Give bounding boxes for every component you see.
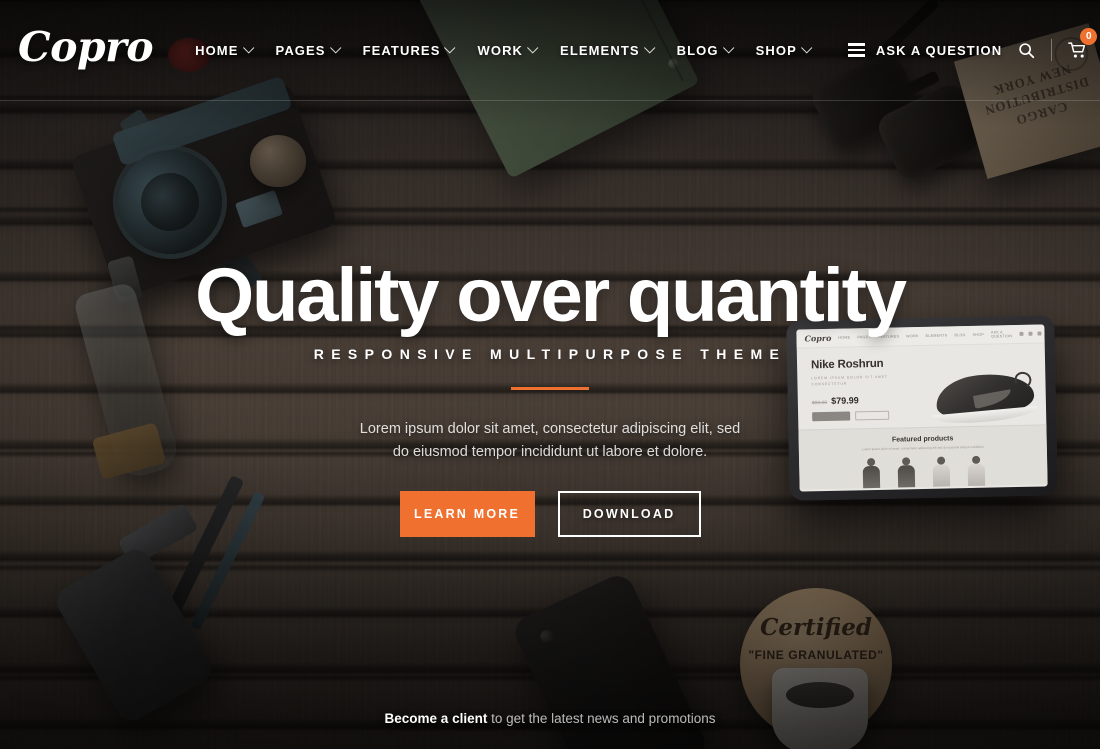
nav-item-blog[interactable]: BLOG bbox=[665, 42, 744, 58]
tablet-nav-item: SHOP bbox=[972, 332, 985, 337]
chevron-down-icon bbox=[329, 42, 341, 54]
nav-label: WORK bbox=[477, 42, 524, 58]
chevron-down-icon bbox=[242, 42, 254, 54]
tablet-featured-section: Featured products Lorem ipsum dolor sit … bbox=[798, 424, 1048, 490]
tablet-screen: Copro HOME PAGES FEATURES WORK ELEMENTS … bbox=[796, 324, 1048, 492]
chevron-down-icon bbox=[444, 42, 456, 54]
featured-model bbox=[965, 455, 988, 486]
tablet-view-more-button bbox=[855, 410, 890, 421]
tablet-nav-item: FEATURES bbox=[877, 334, 900, 339]
tablet-featured-items bbox=[799, 454, 1048, 489]
site-logo[interactable]: Copro bbox=[18, 26, 154, 74]
site-header: Copro HOME PAGES FEATURES WORK ELEMENTS bbox=[0, 0, 1100, 101]
hamburger-icon bbox=[847, 43, 865, 57]
sneaker-product-image bbox=[929, 369, 1040, 428]
chevron-down-icon bbox=[800, 42, 813, 54]
nav-label: HOME bbox=[195, 42, 239, 58]
tablet-current-price: $79.99 bbox=[831, 395, 859, 406]
tablet-nav-item: ELEMENTS bbox=[925, 333, 948, 338]
featured-model bbox=[860, 457, 883, 488]
tablet-nav-item: PAGES bbox=[857, 335, 872, 340]
tablet-nav-item: WORK bbox=[906, 334, 919, 339]
hero-button-row: LEARN MORE DOWNLOAD bbox=[399, 490, 701, 537]
header-actions: 0 bbox=[1002, 28, 1100, 63]
nav-item-shop[interactable]: SHOP bbox=[744, 42, 822, 58]
chevron-down-icon bbox=[722, 42, 734, 54]
cart-button[interactable]: 0 bbox=[1052, 28, 1100, 63]
learn-more-button[interactable]: LEARN MORE bbox=[399, 490, 535, 537]
nav-label: ELEMENTS bbox=[560, 42, 640, 58]
ask-a-question-label: ASK A QUESTION bbox=[875, 42, 1003, 58]
tablet-product-hero: Nike Roshrun LOREM IPSUM DOLOR SIT AMET … bbox=[797, 343, 1047, 429]
nav-item-work[interactable]: WORK bbox=[465, 42, 548, 58]
search-icon bbox=[1019, 42, 1035, 58]
featured-model bbox=[895, 456, 918, 488]
tablet-price-row: $99.99 $79.99 bbox=[812, 394, 915, 406]
search-button[interactable] bbox=[1002, 37, 1051, 63]
nav-label: PAGES bbox=[275, 42, 326, 58]
cart-count-badge: 0 bbox=[1080, 28, 1098, 45]
tablet-ask-link: ASK A QUESTION bbox=[990, 330, 1013, 339]
tablet-logo: Copro bbox=[804, 332, 832, 344]
featured-model bbox=[930, 456, 953, 487]
tablet-nav-item: HOME bbox=[838, 335, 851, 340]
chevron-down-icon bbox=[527, 42, 539, 54]
nav-item-features[interactable]: FEATURES bbox=[351, 42, 466, 58]
nav-label: FEATURES bbox=[362, 42, 441, 58]
nav-item-elements[interactable]: ELEMENTS bbox=[548, 42, 665, 58]
nav-label: SHOP bbox=[755, 42, 797, 58]
tablet-product-title: Nike Roshrun bbox=[810, 357, 884, 372]
download-button[interactable]: DOWNLOAD bbox=[557, 490, 701, 537]
chevron-down-icon bbox=[643, 42, 656, 54]
tablet-featured-subtitle: Lorem ipsum dolor sit amet, consectetur … bbox=[862, 444, 984, 452]
tablet-old-price: $99.99 bbox=[811, 399, 828, 407]
tablet-nav-item: BLOG bbox=[954, 333, 966, 338]
main-navigation: HOME PAGES FEATURES WORK ELEMENTS BLOG S… bbox=[183, 42, 822, 58]
ask-a-question-button[interactable]: ASK A QUESTION bbox=[847, 42, 1003, 58]
tablet-product-buttons bbox=[812, 410, 915, 422]
tablet-mockup: Copro HOME PAGES FEATURES WORK ELEMENTS … bbox=[786, 315, 1058, 501]
nav-label: BLOG bbox=[676, 42, 719, 58]
tablet-nav-icons bbox=[1019, 331, 1042, 336]
nav-item-pages[interactable]: PAGES bbox=[264, 42, 351, 58]
tablet-add-to-cart-button bbox=[812, 411, 851, 422]
nav-item-home[interactable]: HOME bbox=[183, 42, 263, 58]
tablet-product-info: Nike Roshrun LOREM IPSUM DOLOR SIT AMET … bbox=[810, 357, 915, 422]
tablet-product-subtitle: LOREM IPSUM DOLOR SIT AMET CONSECTETUR bbox=[811, 374, 888, 387]
